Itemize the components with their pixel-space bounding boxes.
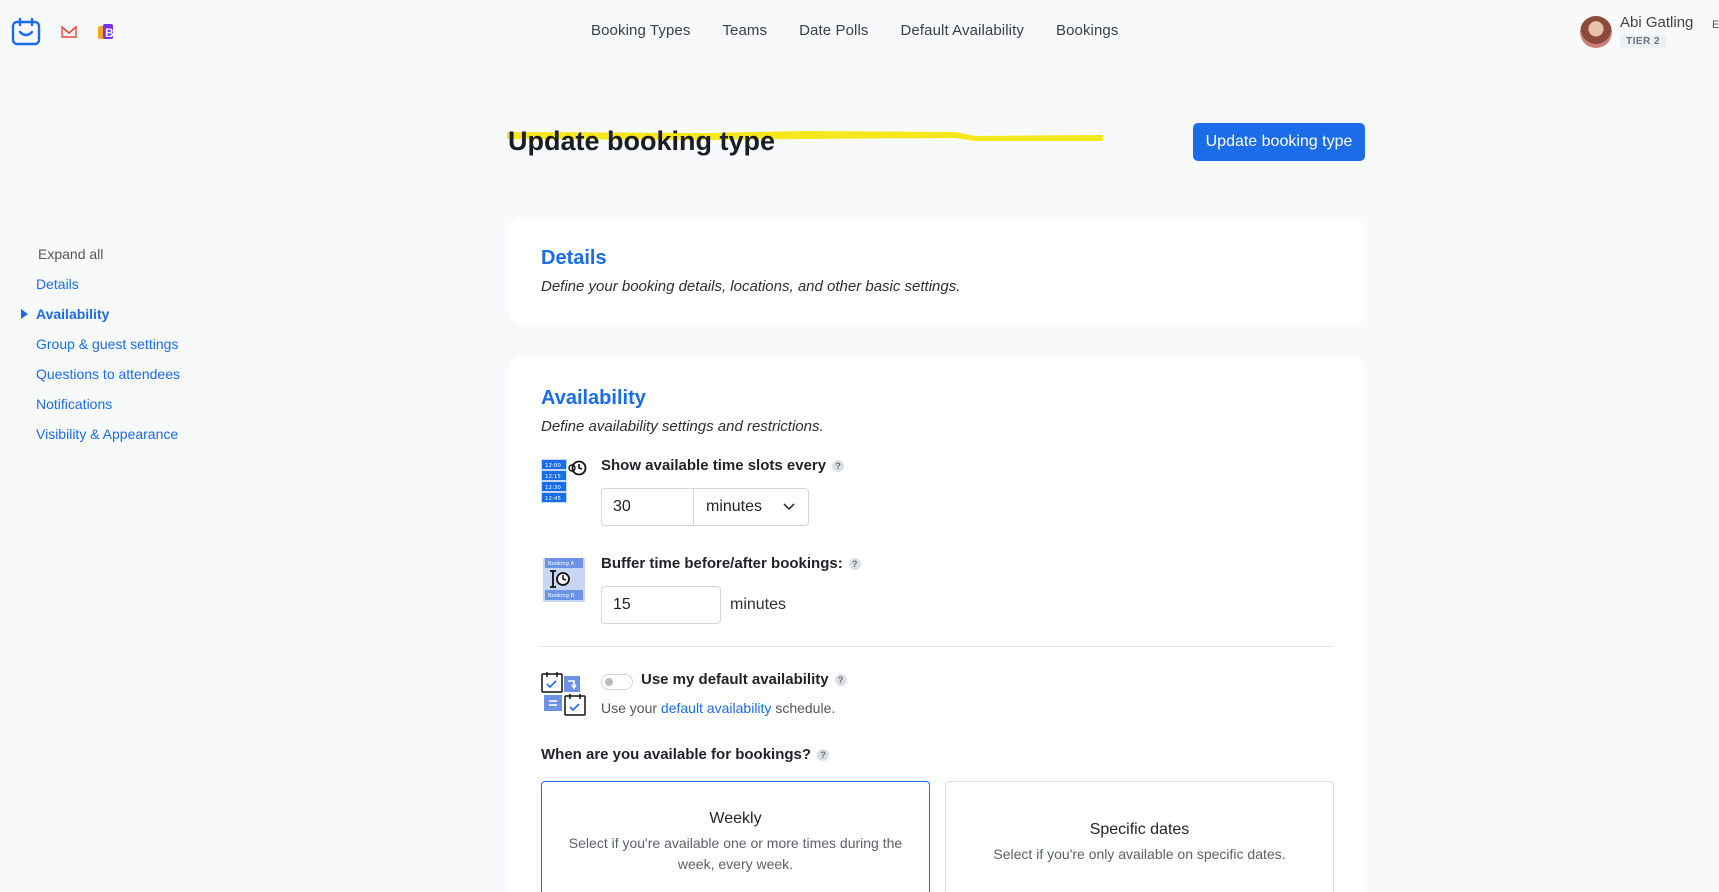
details-subtitle: Define your booking details, locations, … <box>541 278 961 295</box>
specific-dates-option-description: Select if you're only available on speci… <box>993 846 1286 862</box>
page-title: Update booking type <box>508 126 776 156</box>
specific-dates-option-title: Specific dates <box>1089 821 1190 838</box>
help-icon[interactable]: ? <box>817 748 830 761</box>
specific-dates-option[interactable]: Specific dates Select if you're only ava… <box>945 781 1334 892</box>
sidebar-item-availability[interactable]: Availability <box>21 306 180 322</box>
section-divider <box>541 646 1333 647</box>
slot-time-2: 12:15 <box>545 474 561 480</box>
nav-default-availability[interactable]: Default Availability <box>901 22 1024 39</box>
b-app-icon[interactable]: B <box>97 23 114 41</box>
slot-time-1: 12:00 <box>545 463 561 469</box>
default-availability-toggle[interactable] <box>601 674 633 690</box>
help-icon[interactable]: ? <box>848 557 861 570</box>
sidebar-item-questions[interactable]: Questions to attendees <box>36 366 180 382</box>
availability-subtitle: Define availability settings and restric… <box>541 418 824 435</box>
details-card[interactable]: Details Define your booking details, loc… <box>508 217 1365 325</box>
time-slot-unit-select[interactable]: minutes <box>694 489 808 525</box>
default-availability-label: Use my default availability ? <box>641 671 847 688</box>
edge-label: E <box>1712 19 1719 31</box>
sidebar-item-details[interactable]: Details <box>36 276 180 292</box>
time-slots-input-group: minutes <box>601 488 809 526</box>
buffer-time-label: Buffer time before/after bookings: ? <box>601 555 861 572</box>
expand-all-button[interactable]: Expand all <box>38 246 180 262</box>
calendar-logo-icon[interactable] <box>11 17 41 47</box>
help-icon[interactable]: ? <box>834 673 847 686</box>
weekly-option-description: Select if you're available one or more t… <box>568 835 903 872</box>
booking-a-label: Booking A <box>548 561 575 567</box>
weekly-option[interactable]: Weekly Select if you're available one or… <box>541 781 930 892</box>
time-slots-label: Show available time slots every ? <box>601 457 845 474</box>
nav-date-polls[interactable]: Date Polls <box>799 22 868 39</box>
main-nav: Booking Types Teams Date Polls Default A… <box>591 22 1118 39</box>
user-name: Abi Gatling <box>1620 14 1694 31</box>
user-menu[interactable]: Abi Gatling TIER 2 <box>1580 14 1693 49</box>
chevron-down-icon <box>783 503 795 511</box>
time-slot-interval-input[interactable] <box>602 489 694 525</box>
buffer-time-input[interactable] <box>601 586 721 624</box>
avatar[interactable] <box>1580 16 1612 48</box>
mail-app-icon[interactable] <box>61 24 77 40</box>
section-sidebar: Expand all Details Availability Group & … <box>21 246 180 456</box>
buffer-unit-label: minutes <box>730 596 787 613</box>
sidebar-item-visibility[interactable]: Visibility & Appearance <box>36 426 180 442</box>
weekly-option-title: Weekly <box>709 810 762 827</box>
nav-bookings[interactable]: Bookings <box>1056 22 1119 39</box>
default-availability-icon <box>541 672 586 716</box>
buffer-time-icon: Booking A Booking B <box>543 558 585 602</box>
help-icon[interactable]: ? <box>832 459 845 472</box>
availability-title: Availability <box>541 387 646 409</box>
nav-booking-types[interactable]: Booking Types <box>591 22 690 39</box>
details-title[interactable]: Details <box>541 247 607 270</box>
top-navigation-bar: B Booking Types Teams Date Polls Default… <box>0 0 1719 64</box>
slot-time-4: 12:45 <box>545 496 561 502</box>
time-slots-icon: 12:00 12:15 12:30 12:45 <box>541 459 587 503</box>
default-availability-helper: Use your default availability schedule. <box>601 700 836 716</box>
default-availability-link[interactable]: default availability <box>661 700 772 716</box>
svg-text:B: B <box>105 26 114 40</box>
booking-b-label: Booking B <box>548 593 575 599</box>
availability-type-question: When are you available for bookings? ? <box>541 746 830 763</box>
availability-card: Availability Define availability setting… <box>508 356 1365 892</box>
slot-time-3: 12:30 <box>545 485 561 491</box>
update-booking-type-button[interactable]: Update booking type <box>1193 123 1365 161</box>
sidebar-item-notifications[interactable]: Notifications <box>36 396 180 412</box>
nav-teams[interactable]: Teams <box>722 22 767 39</box>
sidebar-item-group-guest-settings[interactable]: Group & guest settings <box>36 336 180 352</box>
tier-badge: TIER 2 <box>1620 35 1667 48</box>
